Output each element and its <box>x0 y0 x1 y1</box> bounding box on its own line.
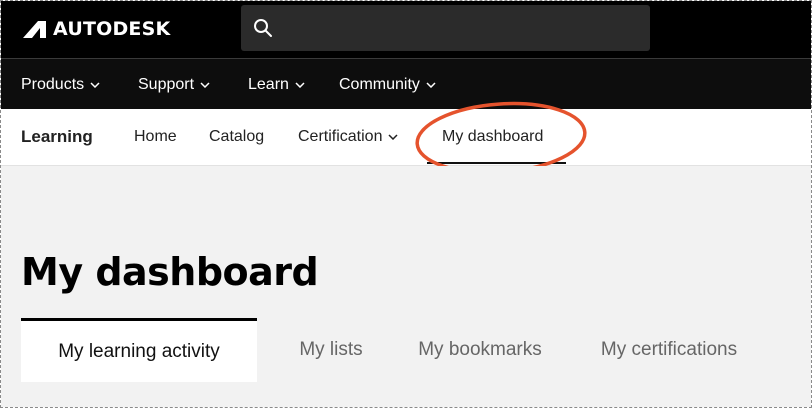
main-nav: Products Support Learn Community <box>1 58 811 110</box>
tab-my-lists[interactable]: My lists <box>271 318 391 382</box>
tab-label: My bookmarks <box>418 339 542 360</box>
search-input[interactable] <box>283 5 640 53</box>
search-icon[interactable] <box>253 18 273 38</box>
subnav-item-my-dashboard[interactable]: My dashboard <box>442 109 543 165</box>
top-header: AUTODESK <box>1 1 811 58</box>
nav-item-label: Learn <box>248 75 289 93</box>
learning-subnav: Learning Home Catalog Certification My d… <box>1 109 811 166</box>
screenshot-frame: AUTODESK Products Support Learn Communit… <box>0 0 812 408</box>
subnav-item-label: Certification <box>298 128 383 145</box>
nav-item-label: Community <box>339 75 420 93</box>
autodesk-logo-icon <box>23 21 46 38</box>
tab-label: My learning activity <box>58 340 220 362</box>
autodesk-logo[interactable]: AUTODESK <box>21 15 170 43</box>
tab-my-certifications[interactable]: My certifications <box>581 318 757 382</box>
search-bar[interactable] <box>241 5 650 53</box>
nav-item-label: Support <box>138 75 195 93</box>
subnav-item-catalog[interactable]: Catalog <box>209 109 264 165</box>
subnav-item-certification[interactable]: Certification <box>298 109 399 165</box>
nav-item-community[interactable]: Community <box>339 59 436 110</box>
subnav-item-home[interactable]: Home <box>134 109 177 165</box>
chevron-down-icon <box>295 81 305 88</box>
nav-item-products[interactable]: Products <box>21 59 100 110</box>
tab-my-learning-activity[interactable]: My learning activity <box>21 318 257 382</box>
chevron-down-icon <box>200 81 210 88</box>
nav-item-label: Products <box>21 75 85 93</box>
tab-label: My certifications <box>600 339 738 360</box>
nav-item-learn[interactable]: Learn <box>248 59 305 110</box>
chevron-down-icon <box>426 81 436 88</box>
tab-label: My lists <box>299 339 363 360</box>
subnav-item-label: My dashboard <box>442 128 544 145</box>
tab-my-bookmarks[interactable]: My bookmarks <box>401 318 559 382</box>
page-title: My dashboard <box>21 250 319 294</box>
main-content: My dashboard My learning activity My lis… <box>1 166 811 407</box>
chevron-down-icon <box>90 81 100 88</box>
subnav-title: Learning <box>21 127 93 146</box>
dashboard-tabs: My learning activity My lists My bookmar… <box>21 318 811 382</box>
subnav-item-label: Catalog <box>209 128 265 145</box>
nav-item-support[interactable]: Support <box>138 59 210 110</box>
subnav-item-label: Home <box>134 128 177 145</box>
chevron-down-icon <box>388 134 399 140</box>
active-nav-indicator <box>427 162 566 164</box>
brand-name: AUTODESK <box>53 18 171 40</box>
